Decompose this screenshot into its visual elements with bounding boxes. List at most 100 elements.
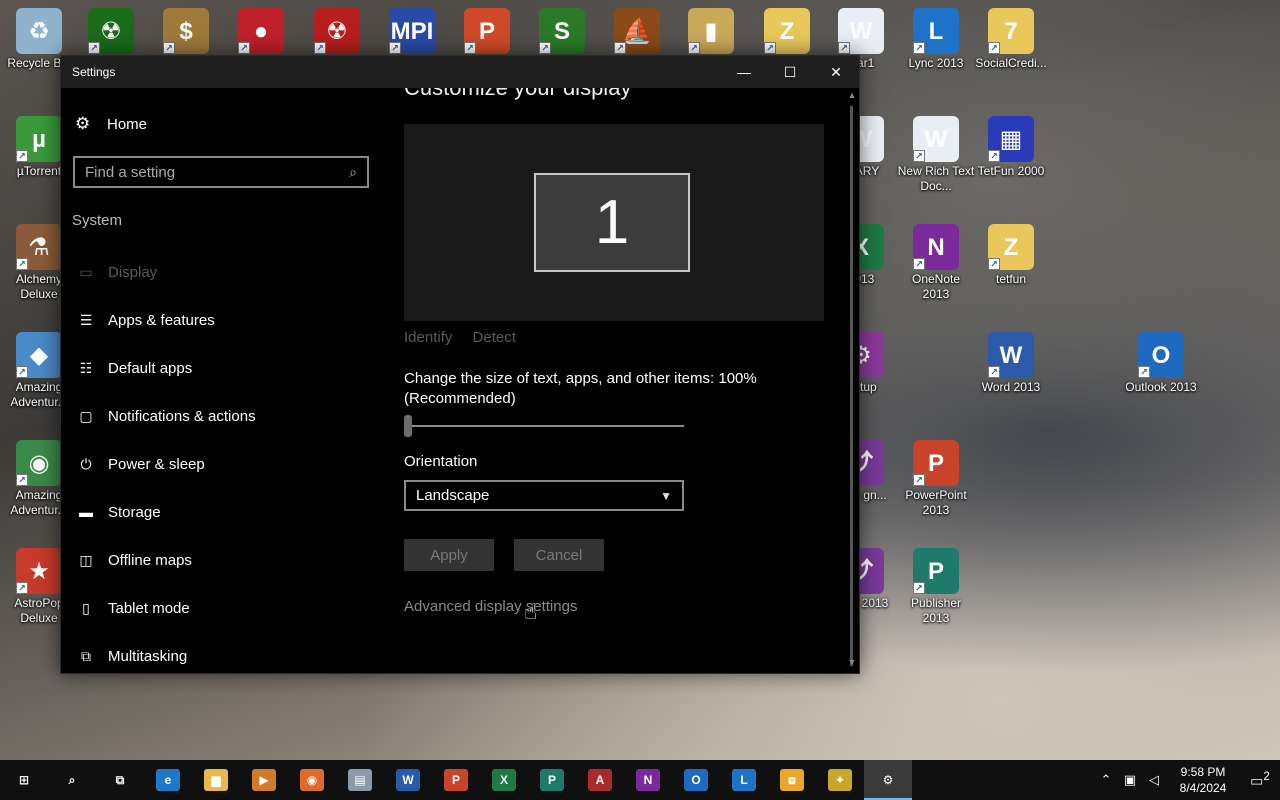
p-ball-icon: P ↗ — [464, 8, 510, 54]
desktop-icon[interactable]: P ↗ PowerPoint 2013 — [897, 440, 975, 518]
taskbar-button[interactable]: ⌕ — [48, 760, 96, 800]
sidebar-item-offline-maps[interactable]: ◫ Offline maps — [61, 536, 381, 584]
tetfun-icon: ▦ ↗ — [988, 116, 1034, 162]
sidebar-item-storage[interactable]: ▬ Storage — [61, 488, 381, 536]
sidebar-item-display[interactable]: ▭ Display — [61, 248, 381, 296]
default-apps-icon: ☷ — [79, 359, 93, 376]
sidebar-item-notifications-actions[interactable]: ▢ Notifications & actions — [61, 392, 381, 440]
desktop-icon[interactable]: 7 ↗ SocialCredi... — [972, 8, 1050, 71]
desktop-icon[interactable]: N ↗ OneNote 2013 — [897, 224, 975, 302]
clock-date: 8/4/2024 — [1179, 781, 1227, 795]
scroll-up-icon[interactable]: ▲ — [845, 90, 859, 104]
title-bar[interactable]: Settings — ☐ ✕ — [61, 56, 859, 88]
taskbar-button[interactable]: L — [720, 760, 768, 800]
desktop-icon[interactable]: ⛵ ↗ — [598, 8, 676, 56]
taskbar-button[interactable]: X — [480, 760, 528, 800]
desktop-icon[interactable]: ☢ ↗ — [72, 8, 150, 56]
taskbar-button[interactable]: P — [432, 760, 480, 800]
scrollbar-thumb[interactable] — [850, 106, 853, 666]
detect-link[interactable]: Detect — [473, 329, 516, 346]
desktop-icon[interactable]: Z ↗ — [748, 8, 826, 56]
maximize-button[interactable]: ☐ — [767, 56, 813, 88]
taskbar-button[interactable]: ✦ — [816, 760, 864, 800]
word-taskbar-icon: W — [396, 769, 420, 791]
sidebar-item-apps-features[interactable]: ☰ Apps & features — [61, 296, 381, 344]
apply-button[interactable]: Apply — [404, 539, 494, 571]
access-taskbar-icon: A — [588, 769, 612, 791]
home-link[interactable]: ⚙ Home — [75, 114, 147, 134]
sidebar-item-default-apps[interactable]: ☷ Default apps — [61, 344, 381, 392]
taskbar-button[interactable]: ▤ — [336, 760, 384, 800]
taskbar-button[interactable]: ⚙ — [864, 760, 912, 800]
search-box[interactable]: ⌕ — [73, 156, 369, 188]
taskbar-button[interactable]: ▆ — [192, 760, 240, 800]
action-center-icon[interactable]: ▭2 — [1240, 770, 1280, 790]
sidebar-item-tablet-mode[interactable]: ▯ Tablet mode — [61, 584, 381, 632]
desktop-icon[interactable]: O ↗ Outlook 2013 — [1122, 332, 1200, 395]
mpi-icon: MPI ↗ — [389, 8, 435, 54]
desktop-icon[interactable]: ▦ ↗ TetFun 2000 — [972, 116, 1050, 179]
notification-icon: ▢ — [79, 407, 93, 424]
apps-list-icon: ☰ — [79, 311, 93, 328]
orientation-dropdown[interactable]: Landscape ▼ — [404, 480, 684, 511]
shortcut-arrow-icon: ↗ — [88, 42, 100, 54]
desktop-icon[interactable]: W ↗ New Rich Text Doc... — [897, 116, 975, 194]
desktop-icon-label: Lync 2013 — [908, 56, 964, 70]
taskbar-button[interactable]: ⧈ — [768, 760, 816, 800]
desktop-icon-label: PowerPoint 2013 — [905, 488, 967, 517]
clock[interactable]: 9:58 PM 8/4/2024 — [1166, 764, 1240, 796]
search-icon[interactable]: ⌕ — [349, 164, 357, 181]
shortcut-arrow-icon: ↗ — [913, 582, 925, 594]
scroll-down-icon[interactable]: ▼ — [845, 657, 859, 671]
monitor-icon: ▭ — [79, 263, 93, 280]
7zip-folder-icon: 7 ↗ — [988, 8, 1034, 54]
search-input[interactable] — [85, 163, 350, 181]
taskbar-button[interactable]: O — [672, 760, 720, 800]
taskbar-button[interactable]: A — [576, 760, 624, 800]
desktop-icon[interactable]: L ↗ Lync 2013 — [897, 8, 975, 71]
desktop-icon[interactable]: $ ↗ — [147, 8, 225, 56]
advanced-display-settings-link[interactable]: Advanced display settings — [404, 598, 577, 615]
desktop-icon[interactable]: MPI ↗ — [373, 8, 451, 56]
desktop-icon[interactable]: ▮ ↗ — [672, 8, 750, 56]
desktop-icon[interactable]: P ↗ Publisher 2013 — [897, 548, 975, 626]
rtf-doc-icon: W ↗ — [913, 116, 959, 162]
scale-slider[interactable] — [404, 415, 684, 437]
taskbar-button[interactable]: ▶ — [240, 760, 288, 800]
identify-link[interactable]: Identify — [404, 329, 452, 346]
desktop-icon[interactable]: Z ↗ tetfun — [972, 224, 1050, 287]
sidebar-item-multitasking[interactable]: ⧉ Multitasking — [61, 632, 381, 680]
nav-list: ▭ Display ☰ Apps & features ☷ Default apps ▢ No… — [61, 248, 381, 680]
orientation-value: Landscape — [416, 487, 490, 504]
sidebar-item-power-sleep[interactable]: ⏻ Power & sleep — [61, 440, 381, 488]
monitor-1-tile[interactable]: 1 — [534, 173, 690, 272]
shortcut-arrow-icon: ↗ — [988, 42, 1000, 54]
desktop-icon[interactable]: ☢ ↗ — [298, 8, 376, 56]
desktop-icon-label: TetFun 2000 — [977, 164, 1045, 178]
desktop-icon[interactable]: P ↗ — [448, 8, 526, 56]
network-icon[interactable]: ▣ — [1118, 772, 1142, 788]
taskbar-button[interactable]: N — [624, 760, 672, 800]
scale-slider-thumb[interactable] — [404, 415, 412, 437]
onenote-taskbar-icon: N — [636, 769, 660, 791]
shortcut-arrow-icon: ↗ — [163, 42, 175, 54]
minimize-button[interactable]: — — [721, 56, 767, 88]
desktop-icon[interactable]: W ↗ Word 2013 — [972, 332, 1050, 395]
taskbar-button[interactable]: P — [528, 760, 576, 800]
close-button[interactable]: ✕ — [813, 56, 859, 88]
outlook-taskbar-icon: O — [684, 769, 708, 791]
desktop-icon[interactable]: ● ↗ — [222, 8, 300, 56]
cancel-button[interactable]: Cancel — [514, 539, 604, 571]
volume-muted-icon[interactable]: ◁ — [1142, 772, 1166, 788]
taskbar-button[interactable]: ◉ — [288, 760, 336, 800]
chevron-up-icon[interactable]: ⌃ — [1094, 772, 1118, 788]
taskbar-button[interactable]: ⧉ — [96, 760, 144, 800]
desktop-icon[interactable]: S ↗ — [523, 8, 601, 56]
outlook-icon: O ↗ — [1138, 332, 1184, 378]
taskbar-button[interactable]: e — [144, 760, 192, 800]
amazing-adventures-2-icon: ◉ ↗ — [16, 440, 62, 486]
taskbar-button[interactable]: ⊞ — [0, 760, 48, 800]
lync-icon: L ↗ — [913, 8, 959, 54]
scrollbar[interactable]: ▲ ▼ — [845, 88, 859, 673]
taskbar-button[interactable]: W — [384, 760, 432, 800]
